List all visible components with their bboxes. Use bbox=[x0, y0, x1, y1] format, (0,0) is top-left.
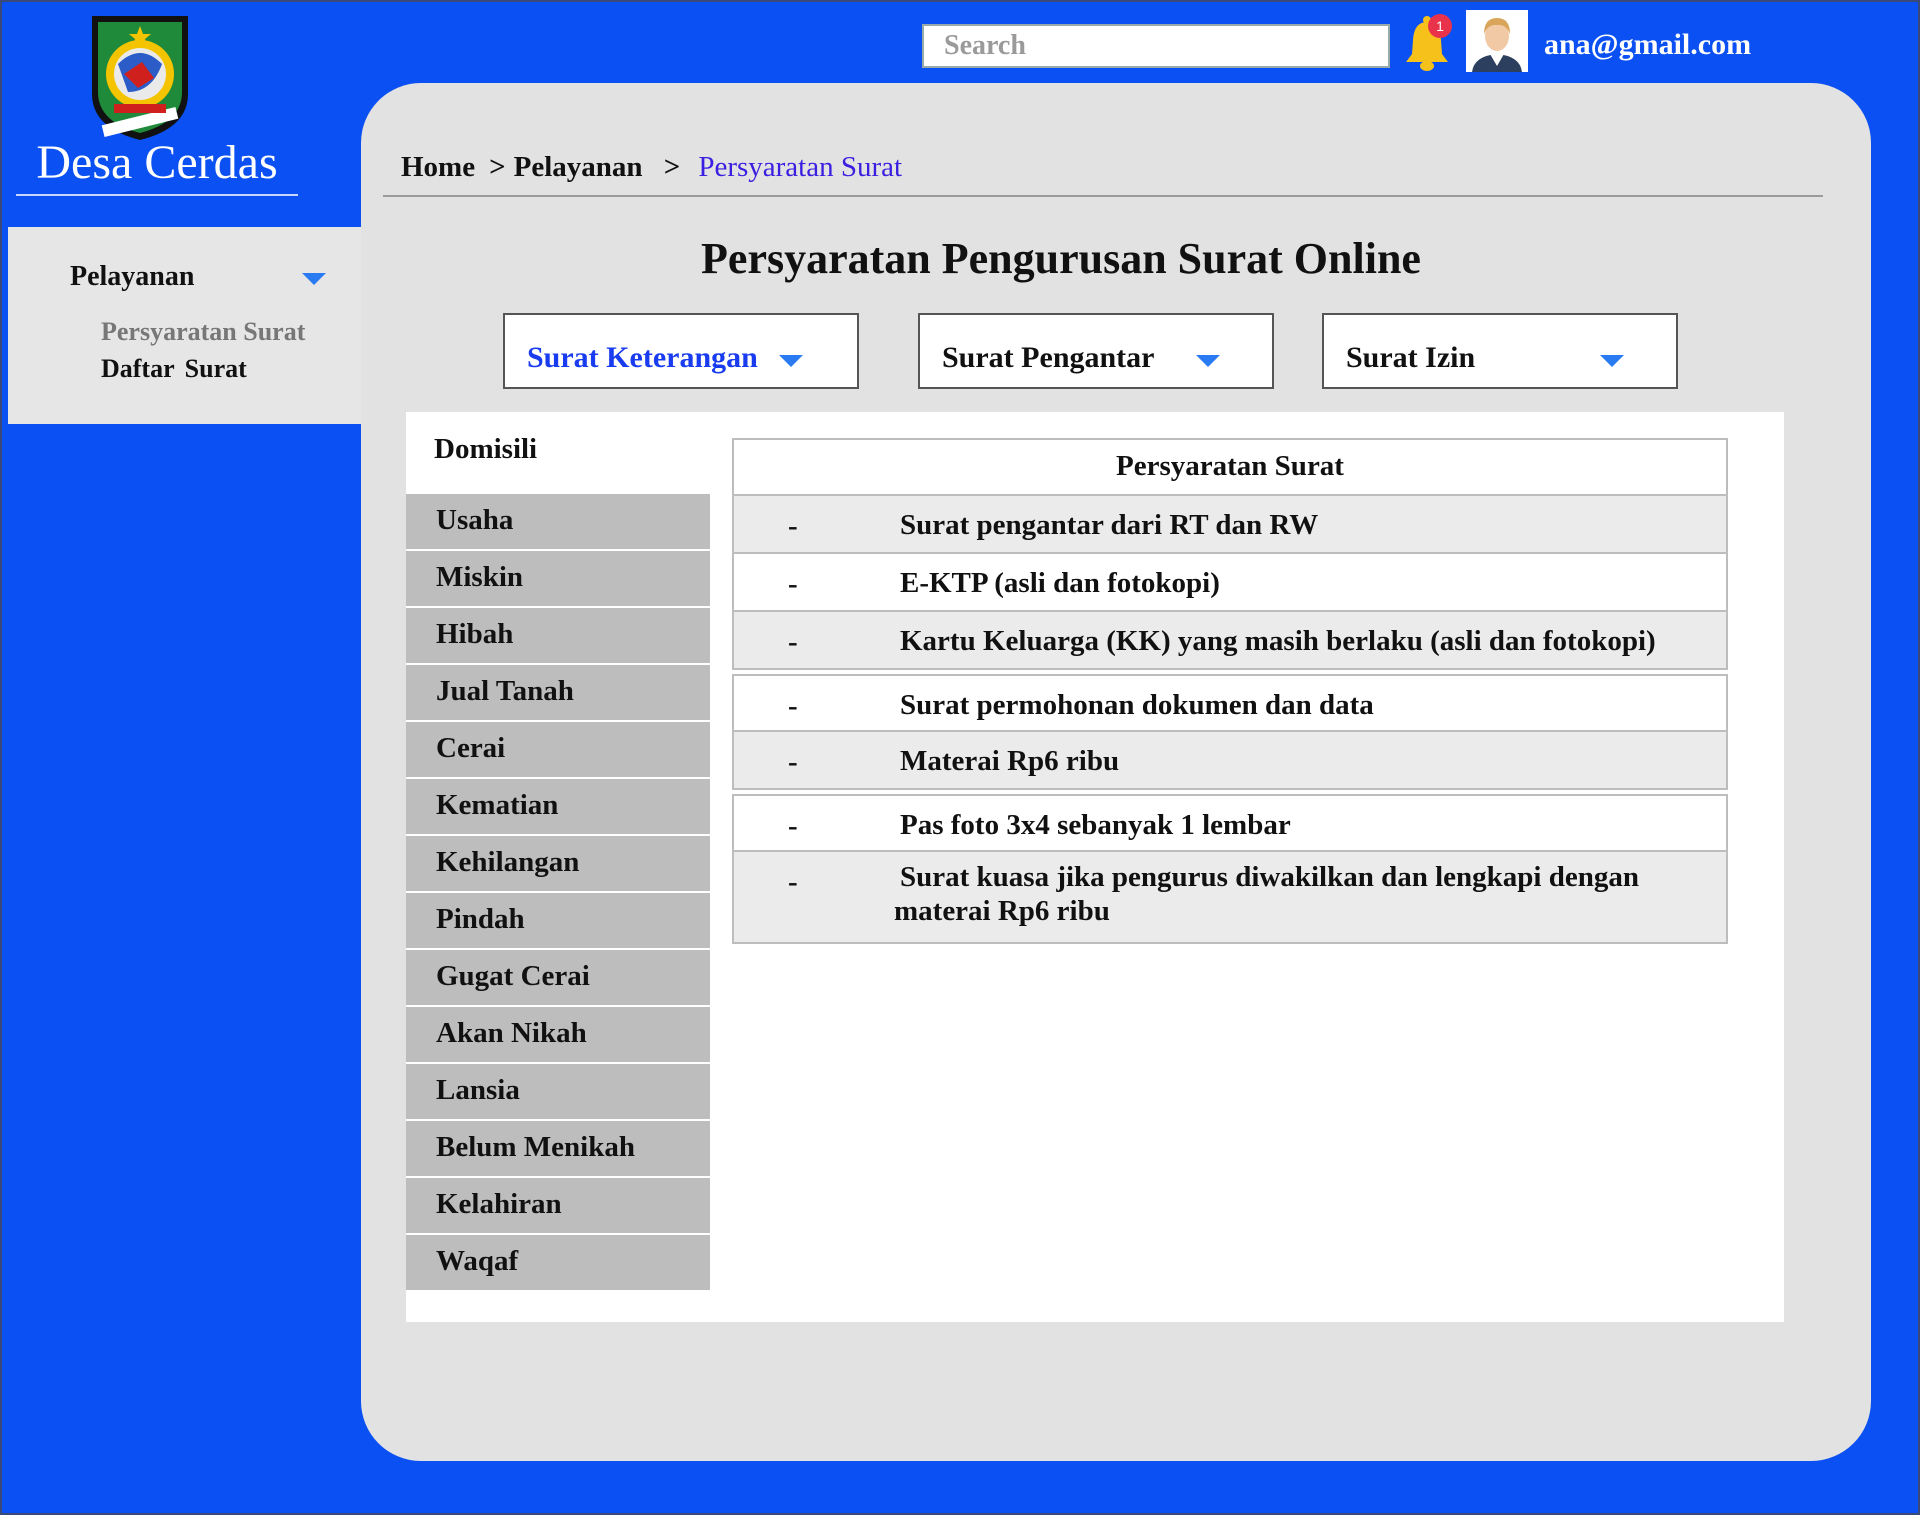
dropdown-label: Surat Keterangan bbox=[527, 341, 758, 374]
tab-kematian[interactable]: Kematian bbox=[406, 779, 710, 834]
chevron-down-icon[interactable] bbox=[302, 273, 326, 285]
tab-jual-tanah[interactable]: Jual Tanah bbox=[406, 665, 710, 720]
main-panel: Home > Pelayanan > Persyaratan Surat Persya… bbox=[361, 83, 1871, 1461]
dropdown-surat-pengantar[interactable]: Surat Pengantar bbox=[918, 313, 1274, 389]
chevron-down-icon bbox=[1600, 355, 1624, 367]
brand-underline bbox=[16, 194, 298, 196]
row-bullet: - bbox=[788, 690, 798, 722]
breadcrumb-home[interactable]: Home bbox=[401, 151, 475, 184]
chevron-down-icon bbox=[779, 355, 803, 367]
breadcrumb-pelayanan[interactable]: Pelayanan bbox=[514, 151, 643, 184]
requirement-text: Surat permohonan dokumen dan data bbox=[900, 689, 1374, 721]
brand-title[interactable]: Desa Cerdas bbox=[16, 134, 298, 192]
tab-kehilangan[interactable]: Kehilangan bbox=[406, 836, 710, 891]
tab-cerai[interactable]: Cerai bbox=[406, 722, 710, 777]
tab-gugat-cerai[interactable]: Gugat Cerai bbox=[406, 950, 710, 1005]
search-input[interactable] bbox=[924, 26, 1388, 66]
table-row: - Surat pengantar dari RT dan RW bbox=[732, 496, 1728, 554]
tab-usaha[interactable]: Usaha bbox=[406, 494, 710, 549]
table-row: - E-KTP (asli dan fotokopi) bbox=[732, 554, 1728, 612]
row-bullet: - bbox=[788, 810, 798, 842]
row-bullet: - bbox=[788, 626, 798, 658]
requirements-table: Persyaratan Surat - Surat pengantar dari… bbox=[732, 438, 1728, 944]
breadcrumb-separator: > bbox=[489, 151, 506, 183]
row-bullet: - bbox=[788, 510, 798, 542]
sidebar: Pelayanan Persyaratan Surat Daftar Surat bbox=[8, 227, 362, 424]
avatar[interactable] bbox=[1466, 10, 1528, 72]
dropdown-label: Surat Izin bbox=[1346, 341, 1476, 374]
requirement-text: Surat kuasa jika pengurus diwakilkan dan… bbox=[894, 861, 1639, 927]
content-panel: Domisili Usaha Miskin Hibah Jual Tanah C… bbox=[406, 412, 1784, 1322]
row-bullet: - bbox=[788, 866, 798, 898]
letter-type-tabs: Domisili Usaha Miskin Hibah Jual Tanah C… bbox=[406, 412, 710, 1292]
table-row: - Kartu Keluarga (KK) yang masih berlaku… bbox=[732, 612, 1728, 670]
sidebar-section-pelayanan[interactable]: Pelayanan bbox=[70, 261, 194, 293]
row-bullet: - bbox=[788, 746, 798, 778]
tab-miskin[interactable]: Miskin bbox=[406, 551, 710, 606]
table-row: - Surat kuasa jika pengurus diwakilkan d… bbox=[732, 852, 1728, 944]
table-row: - Surat permohonan dokumen dan data bbox=[732, 674, 1728, 732]
requirements-header: Persyaratan Surat bbox=[732, 438, 1728, 496]
row-bullet: - bbox=[788, 568, 798, 600]
breadcrumb-current: Persyaratan Surat bbox=[698, 151, 903, 183]
tab-pindah[interactable]: Pindah bbox=[406, 893, 710, 948]
breadcrumb-divider bbox=[383, 195, 1823, 197]
dropdown-label: Surat Pengantar bbox=[942, 341, 1155, 374]
table-row: - Pas foto 3x4 sebanyak 1 lembar bbox=[732, 794, 1728, 852]
requirement-text: Materai Rp6 ribu bbox=[900, 745, 1120, 777]
tab-belum-menikah[interactable]: Belum Menikah bbox=[406, 1121, 710, 1176]
village-emblem-logo bbox=[88, 12, 192, 142]
user-email[interactable]: ana@gmail.com bbox=[1544, 28, 1751, 62]
tab-akan-nikah[interactable]: Akan Nikah bbox=[406, 1007, 710, 1062]
breadcrumb-separator: > bbox=[663, 151, 681, 183]
chevron-down-icon bbox=[1196, 355, 1220, 367]
sidebar-item-daftar-surat[interactable]: Daftar Surat bbox=[101, 354, 247, 384]
sidebar-item-persyaratan-surat[interactable]: Persyaratan Surat bbox=[101, 317, 305, 347]
dropdown-surat-izin[interactable]: Surat Izin bbox=[1322, 313, 1678, 389]
requirement-text: Pas foto 3x4 sebanyak 1 lembar bbox=[900, 809, 1291, 841]
search-box bbox=[922, 24, 1390, 68]
tab-kelahiran[interactable]: Kelahiran bbox=[406, 1178, 710, 1233]
page-title: Persyaratan Pengurusan Surat Online bbox=[701, 234, 1421, 283]
breadcrumb: Home > Pelayanan > Persyaratan Surat bbox=[401, 151, 902, 184]
table-row: - Materai Rp6 ribu bbox=[732, 732, 1728, 790]
tab-domisili[interactable]: Domisili bbox=[406, 412, 710, 494]
tab-lansia[interactable]: Lansia bbox=[406, 1064, 710, 1119]
requirement-text: Surat pengantar dari RT dan RW bbox=[900, 509, 1319, 541]
dropdown-surat-keterangan[interactable]: Surat Keterangan bbox=[503, 313, 859, 389]
tab-hibah[interactable]: Hibah bbox=[406, 608, 710, 663]
tab-waqaf[interactable]: Waqaf bbox=[406, 1235, 710, 1290]
notification-badge: 1 bbox=[1428, 14, 1452, 38]
requirement-text: E-KTP (asli dan fotokopi) bbox=[900, 567, 1220, 599]
requirement-text: Kartu Keluarga (KK) yang masih berlaku (… bbox=[900, 625, 1656, 657]
